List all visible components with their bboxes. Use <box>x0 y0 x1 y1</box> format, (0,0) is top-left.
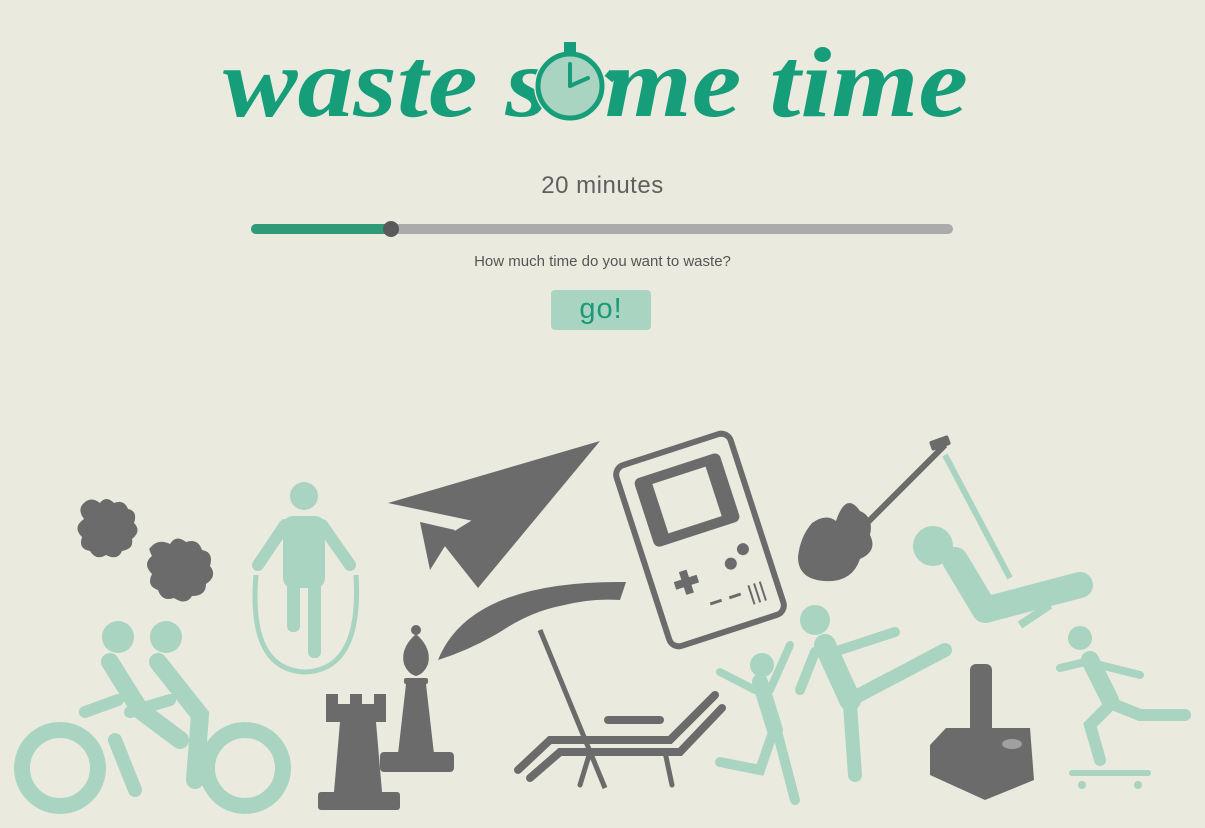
handheld-console-icon <box>613 430 787 650</box>
paper-plane-icon <box>388 441 600 588</box>
tandem-bike-icon <box>14 621 291 814</box>
time-question: How much time do you want to waste? <box>474 253 731 270</box>
app-logo: waste some time <box>0 18 1205 138</box>
swing-icon <box>913 453 1093 629</box>
martial-arts-icon <box>795 605 952 782</box>
jump-rope-icon <box>252 482 360 675</box>
lounge-chair-icon <box>514 691 726 788</box>
skateboarder-icon <box>1056 626 1191 789</box>
slider-thumb[interactable] <box>383 221 400 237</box>
activity-illustrations <box>14 430 1191 814</box>
go-button[interactable]: go! <box>551 290 651 330</box>
duration-label: 20 minutes <box>541 172 664 199</box>
puzzle-icon <box>77 499 214 602</box>
slider-fill <box>251 224 392 234</box>
dancing-figures-icon <box>715 641 800 805</box>
time-slider[interactable] <box>251 221 953 237</box>
chess-bishop-icon <box>380 625 454 772</box>
joystick-icon <box>930 664 1034 800</box>
